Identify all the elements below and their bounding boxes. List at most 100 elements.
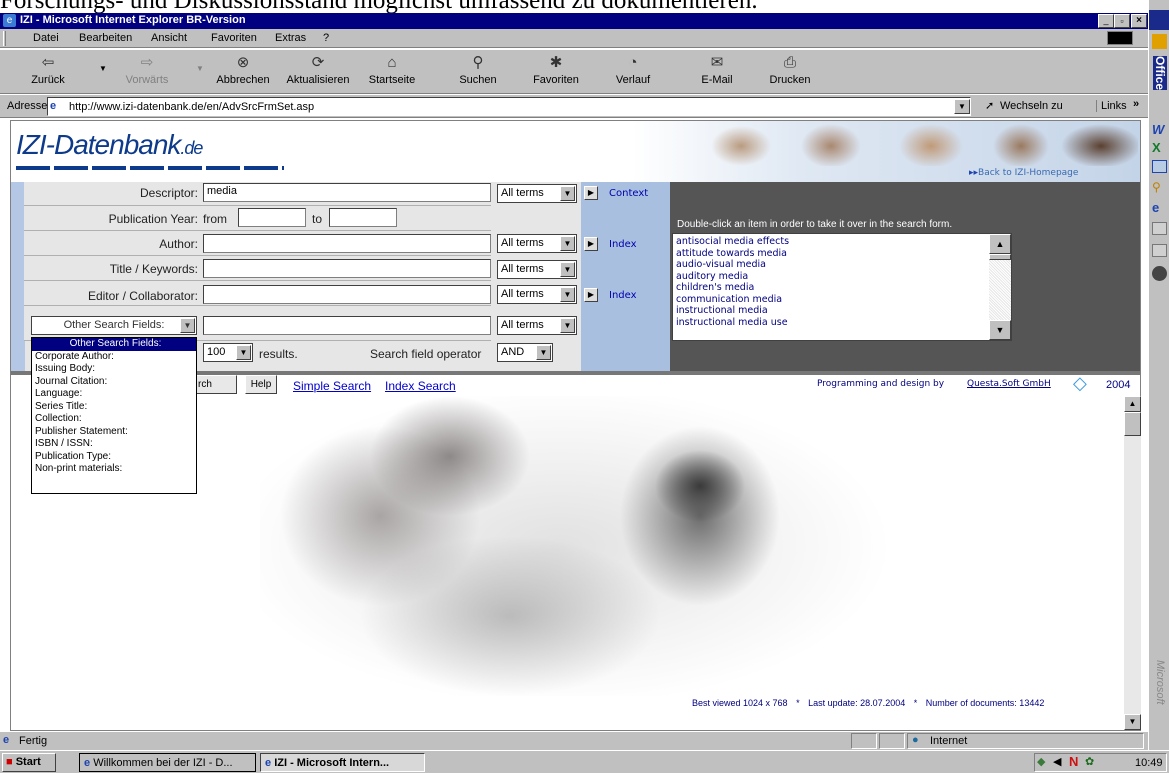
editor-index-arrow-button[interactable]: ▶	[584, 288, 598, 302]
author-index-arrow-button[interactable]: ▶	[584, 237, 598, 251]
excel-icon[interactable]: X	[1152, 140, 1167, 155]
contacts-icon[interactable]	[1152, 244, 1167, 257]
mail-button[interactable]: ✉ E-Mail	[690, 54, 744, 86]
taskbar-item-izi[interactable]: e IZI - Microsoft Intern...	[260, 753, 425, 772]
scroll-thumb[interactable]	[989, 254, 1011, 260]
dropdown-option[interactable]: Collection:	[32, 413, 196, 426]
word-icon[interactable]: W	[1152, 122, 1167, 137]
list-item[interactable]: attitude towards media	[673, 248, 979, 260]
maximize-button[interactable]: ▫	[1114, 14, 1130, 28]
menu-help[interactable]: ?	[323, 32, 329, 44]
listbox-scrollbar[interactable]: ▲ ▼	[989, 234, 1011, 340]
network-icon[interactable]	[1152, 266, 1167, 281]
other-field-input[interactable]	[203, 316, 491, 335]
dropdown-option[interactable]: Publisher Statement:	[32, 426, 196, 439]
menu-view[interactable]: Ansicht	[151, 32, 187, 44]
dropdown-option[interactable]: ISBN / ISSN:	[32, 438, 196, 451]
minimize-button[interactable]: _	[1098, 14, 1114, 28]
results-count-select[interactable]: 100 ▼	[203, 343, 253, 362]
dropdown-option[interactable]: Journal Citation:	[32, 376, 196, 389]
dropdown-option[interactable]: Issuing Body:	[32, 363, 196, 376]
scroll-up-button[interactable]: ▲	[989, 234, 1011, 254]
scroll-down-button[interactable]: ▼	[989, 320, 1011, 340]
menu-file[interactable]: Datei	[33, 32, 59, 44]
stop-button[interactable]: ⊗ Abbrechen	[210, 54, 276, 86]
tray-speaker-icon[interactable]: ◀	[1053, 755, 1061, 768]
close-button[interactable]: ×	[1131, 14, 1147, 28]
footer-separator: *	[913, 698, 918, 708]
outlook-icon[interactable]	[1152, 222, 1167, 235]
credit-link[interactable]: Questa.Soft GmbH	[967, 379, 1051, 389]
links-button[interactable]: Links	[1096, 100, 1127, 112]
address-dropdown[interactable]: ▼	[954, 99, 970, 114]
forward-dropdown-icon[interactable]: ▼	[196, 64, 204, 73]
editor-terms-select[interactable]: All terms ▼	[497, 285, 577, 304]
history-button[interactable]: ◔ Verlauf	[606, 54, 660, 86]
menu-tools[interactable]: Extras	[275, 32, 306, 44]
year-to-input[interactable]	[329, 208, 397, 227]
author-index-link[interactable]: Index	[609, 239, 637, 250]
other-terms-select[interactable]: All terms ▼	[497, 316, 577, 335]
taskbar-item-welcome[interactable]: e Willkommen bei der IZI - D...	[79, 753, 256, 772]
context-link[interactable]: Context	[609, 188, 648, 199]
page-scroll-down-button[interactable]: ▼	[1124, 714, 1141, 730]
search-button[interactable]: ⚲ Suchen	[450, 54, 506, 86]
logo-underline	[16, 166, 284, 170]
favorites-button[interactable]: ✱ Favoriten	[526, 54, 586, 86]
home-button[interactable]: ⌂ Startseite	[362, 54, 422, 86]
title-terms-select[interactable]: All terms ▼	[497, 260, 577, 279]
forward-button[interactable]: ⇨ Vorwärts	[117, 54, 177, 86]
simple-search-link[interactable]: Simple Search	[293, 379, 371, 393]
list-item[interactable]: antisocial media effects	[673, 236, 979, 248]
address-input[interactable]: e http://www.izi-datenbank.de/en/AdvSrcF…	[47, 97, 971, 116]
descriptor-input[interactable]: media	[203, 183, 491, 202]
dropdown-option[interactable]: Language:	[32, 388, 196, 401]
author-input[interactable]	[203, 234, 491, 253]
find-icon[interactable]: ⚲	[1152, 180, 1167, 195]
tray-norton-icon[interactable]: N	[1069, 754, 1078, 769]
tray-app-icon[interactable]: ✿	[1085, 755, 1094, 768]
context-listbox[interactable]: antisocial media effects attitude toward…	[672, 233, 1012, 341]
dropdown-option[interactable]: Non-print materials:	[32, 463, 196, 476]
dropdown-option[interactable]: Series Title:	[32, 401, 196, 414]
list-item[interactable]: children's media	[673, 282, 979, 294]
year-from-input[interactable]	[238, 208, 306, 227]
context-arrow-button[interactable]: ▶	[584, 186, 598, 200]
help-button[interactable]: Help	[245, 375, 277, 394]
ie-shortcut-icon[interactable]: e	[1152, 200, 1167, 215]
page-scroll-up-button[interactable]: ▲	[1124, 396, 1141, 412]
title-bar[interactable]: e IZI - Microsoft Internet Explorer BR-V…	[0, 13, 1148, 29]
dropdown-option[interactable]: Publication Type:	[32, 451, 196, 464]
operator-select[interactable]: AND ▼	[497, 343, 553, 362]
go-button[interactable]: Wechseln zu	[1000, 100, 1063, 112]
back-to-homepage-link[interactable]: ▸▸Back to IZI-Homepage	[969, 168, 1078, 178]
list-item[interactable]: instructional media use	[673, 317, 979, 329]
print-button[interactable]: ⎙ Drucken	[762, 54, 818, 86]
dropdown-option[interactable]: Other Search Fields:	[32, 338, 196, 351]
other-fields-dropdown-list[interactable]: Other Search Fields: Corporate Author: I…	[31, 337, 197, 494]
back-button[interactable]: ⇦ Zurück	[18, 54, 78, 86]
list-item[interactable]: auditory media	[673, 271, 979, 283]
powerpoint-icon[interactable]	[1152, 160, 1167, 173]
list-item[interactable]: communication media	[673, 294, 979, 306]
editor-index-link[interactable]: Index	[609, 290, 637, 301]
page-scroll-thumb[interactable]	[1124, 412, 1141, 436]
index-search-link[interactable]: Index Search	[385, 379, 456, 393]
office-icon[interactable]	[1152, 34, 1167, 49]
menu-favorites[interactable]: Favoriten	[211, 32, 257, 44]
title-keywords-input[interactable]	[203, 259, 491, 278]
list-item[interactable]: audio-visual media	[673, 259, 979, 271]
back-dropdown-icon[interactable]: ▼	[99, 64, 107, 73]
refresh-button[interactable]: ⟳ Aktualisieren	[282, 54, 354, 86]
tray-network-icon[interactable]: ◆	[1037, 755, 1045, 768]
descriptor-terms-select[interactable]: All terms ▼	[497, 184, 577, 203]
author-terms-select[interactable]: All terms ▼	[497, 234, 577, 253]
page-scrollbar[interactable]: ▲ ▼	[1124, 396, 1141, 730]
editor-input[interactable]	[203, 285, 491, 304]
chevron-right-icon[interactable]: »	[1133, 98, 1139, 110]
dropdown-option[interactable]: Corporate Author:	[32, 351, 196, 364]
menu-edit[interactable]: Bearbeiten	[79, 32, 132, 44]
start-button[interactable]: ■ Start	[2, 753, 56, 772]
other-search-fields-select[interactable]: Other Search Fields: ▼	[31, 316, 197, 335]
list-item[interactable]: instructional media	[673, 305, 979, 317]
